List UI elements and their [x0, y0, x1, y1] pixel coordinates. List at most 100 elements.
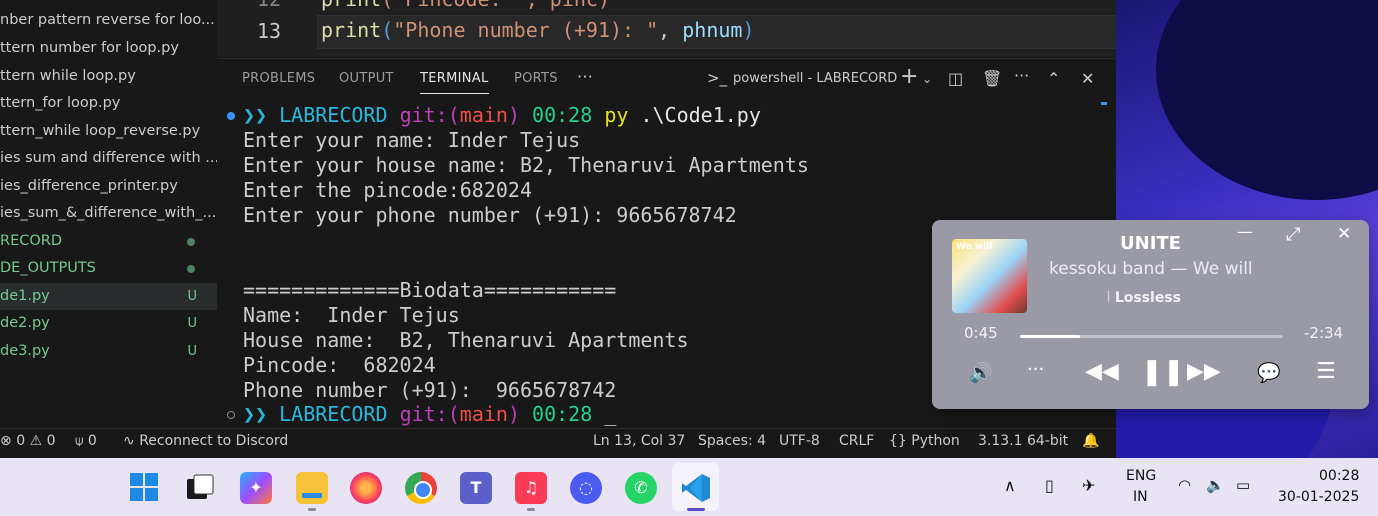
- file-label: ies_sum_&_difference_with_...: [0, 205, 217, 221]
- terminal-cursor: _: [604, 402, 617, 426]
- tab-problems[interactable]: PROBLEMS: [242, 71, 315, 86]
- explorer-file[interactable]: ttern while loop.py: [0, 63, 217, 90]
- speaker-icon[interactable]: 🔈: [1206, 476, 1225, 494]
- close-icon[interactable]: ✕: [1337, 224, 1351, 244]
- expand-icon[interactable]: ⤢: [1286, 224, 1300, 245]
- prompt-time: 00:28: [532, 402, 593, 426]
- trash-icon[interactable]: 🗑: [982, 69, 1002, 88]
- clock-date[interactable]: 30-01-2025: [1278, 489, 1359, 505]
- more-actions-icon[interactable]: ···: [577, 67, 593, 86]
- language-mode[interactable]: {} Python: [889, 433, 960, 449]
- chevron-up-icon[interactable]: ∧: [1004, 476, 1016, 495]
- running-indicator: [308, 508, 316, 511]
- windows-start-icon[interactable]: [128, 472, 160, 504]
- code-editor[interactable]: 12 print("Pincode: ", pinc) 13 print("Ph…: [217, 0, 1116, 57]
- terminal-line: Name: Inder Tejus: [243, 303, 460, 327]
- input-region[interactable]: IN: [1133, 489, 1148, 505]
- lossless-icon: ⦚: [1107, 290, 1110, 306]
- explorer-file[interactable]: ies_sum_&_difference_with_...: [0, 200, 217, 227]
- file-label: de2.py: [0, 315, 50, 331]
- prompt-dir: LABRECORD: [279, 103, 388, 127]
- explorer-file[interactable]: ies_difference_printer.py: [0, 173, 217, 200]
- taskbar: ✦ T ♫ ◌ ✆ ∧ ▯ ✈ ENG IN ◠ 🔈 ▭ 00:28 30-01…: [0, 458, 1378, 516]
- input-language[interactable]: ENG: [1126, 468, 1156, 484]
- code-token: ,: [658, 18, 683, 42]
- chevron-down-icon[interactable]: ⌄: [922, 72, 932, 86]
- tab-ports[interactable]: PORTS: [514, 71, 558, 86]
- signal-icon[interactable]: ◌: [570, 472, 602, 504]
- prompt-paren: (: [447, 402, 460, 426]
- status-bar: ⊗ 0 ⚠ 0 ⍦ 0 ∿ Reconnect to Discord Ln 13…: [0, 428, 1116, 455]
- teams-icon[interactable]: T: [460, 472, 492, 504]
- modified-dot-icon: [187, 238, 195, 246]
- usb-drive-icon[interactable]: ▯: [1045, 476, 1054, 495]
- more-icon[interactable]: ···: [1014, 66, 1029, 85]
- new-terminal-icon[interactable]: +: [900, 64, 918, 89]
- file-label: ttern_while loop_reverse.py: [0, 123, 201, 139]
- prompt-arrows: ❯❯: [243, 103, 268, 127]
- active-indicator: [687, 508, 705, 511]
- copilot-icon[interactable]: ✦: [240, 472, 272, 504]
- previous-icon[interactable]: ◀◀: [1085, 359, 1119, 384]
- apple-music-icon[interactable]: ♫: [515, 472, 547, 504]
- prompt-status-dot-icon: [227, 411, 235, 419]
- maximize-panel-icon[interactable]: ⌃: [1047, 69, 1060, 88]
- explorer-file[interactable]: ttern number for loop.py: [0, 35, 217, 62]
- line-ending[interactable]: CRLF: [839, 433, 874, 449]
- file-explorer-icon[interactable]: [296, 472, 328, 504]
- minimize-icon[interactable]: —: [1237, 222, 1253, 241]
- chrome-icon[interactable]: [405, 472, 437, 504]
- clock-time[interactable]: 00:28: [1319, 468, 1359, 484]
- explorer-panel: nber pattern reverse for loo... ttern nu…: [0, 0, 217, 428]
- whatsapp-icon[interactable]: ✆: [625, 472, 657, 504]
- airplane-icon[interactable]: ✈: [1082, 476, 1095, 495]
- prompt-git: git:: [399, 103, 448, 127]
- command-arg: .\Code1.py: [640, 103, 761, 127]
- git-status: U: [187, 316, 197, 331]
- queue-icon[interactable]: ☰: [1316, 359, 1336, 384]
- explorer-file[interactable]: ies sum and difference with ...: [0, 145, 217, 172]
- explorer-file[interactable]: ttern_for loop.py: [0, 90, 217, 117]
- explorer-folder[interactable]: DE_OUTPUTS: [0, 255, 217, 282]
- pause-icon[interactable]: ❚❚: [1141, 357, 1185, 387]
- more-icon[interactable]: ···: [1027, 359, 1044, 380]
- next-icon[interactable]: ▶▶: [1187, 359, 1221, 384]
- split-terminal-icon[interactable]: ◫: [948, 69, 963, 88]
- terminal-line: Enter your house name: B2, Thenaruvi Apa…: [243, 153, 809, 177]
- code-token: ("Pincode: ", pinc): [381, 0, 610, 11]
- explorer-file[interactable]: ttern_while loop_reverse.py: [0, 118, 217, 145]
- explorer-file[interactable]: de3.py U: [0, 338, 217, 365]
- indentation[interactable]: Spaces: 4: [698, 433, 766, 449]
- encoding[interactable]: UTF-8: [779, 433, 820, 449]
- battery-icon[interactable]: ▭: [1236, 476, 1250, 494]
- problems-status[interactable]: ⊗ 0 ⚠ 0: [0, 433, 56, 449]
- terminal-line: Enter your phone number (+91): 966567874…: [243, 203, 737, 227]
- terminal-line: =============Biodata===========: [243, 278, 617, 302]
- explorer-file[interactable]: de2.py U: [0, 310, 217, 337]
- prompt-branch: main: [459, 402, 508, 426]
- tab-terminal[interactable]: TERMINAL: [420, 71, 489, 94]
- explorer-folder[interactable]: RECORD: [0, 228, 217, 255]
- progress-bar[interactable]: [1020, 335, 1283, 338]
- code-token: (: [381, 18, 394, 42]
- explorer-file[interactable]: nber pattern reverse for loo...: [0, 7, 217, 34]
- wifi-icon[interactable]: ◠: [1178, 476, 1191, 494]
- quality-badge: ⦚ Lossless: [1107, 290, 1181, 306]
- firefox-icon[interactable]: [350, 472, 382, 504]
- command-status-dot-icon: [227, 112, 235, 120]
- explorer-file-selected[interactable]: de1.py U: [0, 283, 217, 310]
- bell-icon[interactable]: 🔔: [1082, 433, 1099, 449]
- cursor-position[interactable]: Ln 13, Col 37: [593, 433, 685, 449]
- discord-status[interactable]: ∿ Reconnect to Discord: [123, 433, 288, 449]
- vscode-icon[interactable]: [680, 472, 712, 504]
- scrollbar-indicator[interactable]: [1101, 102, 1107, 105]
- language-label: Python: [911, 433, 960, 449]
- volume-icon[interactable]: 🔊: [969, 361, 993, 384]
- tab-output[interactable]: OUTPUT: [339, 71, 394, 86]
- close-panel-icon[interactable]: ✕: [1081, 69, 1094, 88]
- terminal-selector[interactable]: powershell - LABRECORD: [733, 71, 897, 86]
- lyrics-icon[interactable]: 💬: [1257, 361, 1281, 384]
- python-interpreter[interactable]: 3.13.1 64-bit: [978, 433, 1068, 449]
- task-view-icon[interactable]: [184, 472, 216, 504]
- ports-status[interactable]: ⍦ 0: [75, 433, 97, 449]
